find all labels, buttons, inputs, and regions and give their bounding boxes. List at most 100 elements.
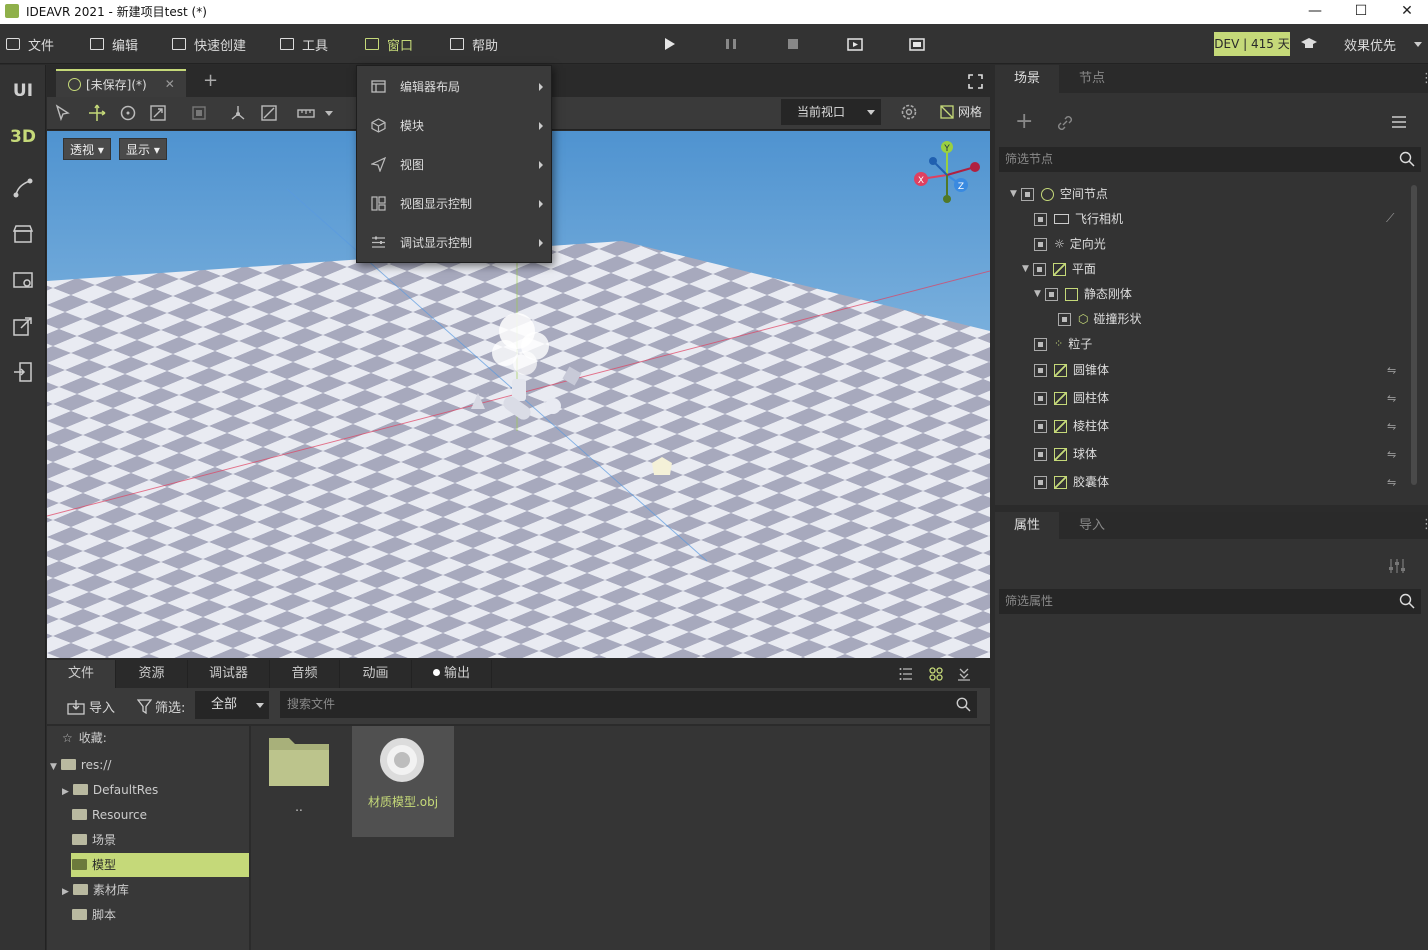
path-icon[interactable]: [12, 177, 34, 199]
menu-file[interactable]: 文件: [6, 24, 54, 64]
play-icon[interactable]: [661, 36, 677, 52]
visibility-checkbox[interactable]: [1058, 312, 1071, 326]
tree-item-resource[interactable]: Resource: [72, 803, 147, 827]
visibility-checkbox[interactable]: [1034, 391, 1047, 405]
visibility-checkbox[interactable]: [1034, 212, 1047, 226]
menu-item-view-display-control[interactable]: 视图显示控制: [357, 184, 551, 223]
search-icon[interactable]: [1399, 593, 1415, 609]
pivot-icon[interactable]: [229, 104, 247, 122]
visibility-checkbox[interactable]: [1044, 287, 1058, 301]
node-spatial[interactable]: ▼ 空间节点: [1010, 182, 1108, 206]
scene-tab[interactable]: [未保存](*) ✕: [56, 69, 186, 97]
stop-icon[interactable]: [785, 36, 801, 52]
tab-output[interactable]: 输出: [412, 660, 492, 688]
mesh-link-icon[interactable]: ⇋: [1387, 448, 1396, 461]
tab-animation[interactable]: 动画: [340, 660, 412, 688]
property-filter-input[interactable]: 筛选属性: [999, 589, 1421, 614]
display-button[interactable]: 显示 ▾: [119, 138, 167, 160]
adjust-icon[interactable]: [1388, 558, 1406, 574]
menu-item-editor-layout[interactable]: 编辑器布局: [357, 67, 551, 106]
move-tool-icon[interactable]: [88, 104, 106, 122]
maximize-button[interactable]: ☐: [1338, 0, 1384, 24]
node-plane[interactable]: ▼ 平面: [1022, 257, 1096, 281]
menu-item-view[interactable]: 视图: [357, 145, 551, 184]
pause-icon[interactable]: [723, 36, 739, 52]
graduation-cap-icon[interactable]: [1301, 37, 1317, 51]
perspective-button[interactable]: 透视 ▾: [63, 138, 111, 160]
tab-audio[interactable]: 音频: [270, 660, 340, 688]
path-node-icon[interactable]: ⟋: [1386, 211, 1394, 226]
rotate-tool-icon[interactable]: [119, 104, 137, 122]
search-icon[interactable]: [956, 697, 971, 712]
node-capsule[interactable]: 胶囊体: [1034, 470, 1109, 494]
node-static-body[interactable]: ▼ 静态刚体: [1034, 282, 1132, 306]
import-device-icon[interactable]: [12, 361, 34, 383]
tab-files[interactable]: 文件: [47, 660, 116, 688]
tree-item-res[interactable]: ▼ res://: [50, 753, 111, 777]
tree-item-material-library[interactable]: ▶ 素材库: [62, 878, 129, 902]
minimize-button[interactable]: —: [1292, 0, 1338, 24]
grid-toggle[interactable]: 网格: [940, 103, 982, 120]
search-icon[interactable]: [1399, 151, 1415, 167]
node-prism[interactable]: 棱柱体: [1034, 414, 1109, 438]
gear-icon[interactable]: [900, 103, 918, 121]
file-item-parent[interactable]: ..: [261, 730, 357, 836]
node-filter-input[interactable]: 筛选节点: [999, 147, 1421, 172]
add-tab-icon[interactable]: +: [203, 70, 218, 91]
viewport-select[interactable]: 当前视口: [781, 99, 881, 125]
export-icon[interactable]: [12, 315, 34, 337]
play-scene-icon[interactable]: [847, 36, 863, 52]
tree-item-model[interactable]: 模型: [71, 853, 249, 877]
node-particles[interactable]: ⁘ 粒子: [1034, 332, 1092, 356]
mesh-link-icon[interactable]: ⇋: [1387, 420, 1396, 433]
more-icon[interactable]: ⋮: [1420, 517, 1428, 532]
visibility-checkbox[interactable]: [1034, 475, 1047, 489]
tab-debugger[interactable]: 调试器: [188, 660, 270, 688]
3d-mode-button[interactable]: 3D: [0, 117, 46, 157]
chevron-down-icon[interactable]: [325, 111, 333, 116]
favorites-item[interactable]: ☆ 收藏:: [62, 726, 107, 750]
more-icon[interactable]: ⋮: [1420, 71, 1428, 86]
visibility-checkbox[interactable]: [1034, 363, 1047, 377]
add-node-icon[interactable]: +: [1015, 109, 1033, 134]
snap-icon[interactable]: [260, 104, 278, 122]
menu-tools[interactable]: 工具: [280, 24, 328, 64]
mesh-link-icon[interactable]: ⇋: [1387, 476, 1396, 489]
menu-help[interactable]: 帮助: [450, 24, 498, 64]
collapse-panel-icon[interactable]: [957, 667, 971, 681]
list-view-icon[interactable]: [899, 667, 913, 681]
link-icon[interactable]: [1056, 114, 1074, 132]
play-custom-scene-icon[interactable]: [909, 36, 925, 52]
tab-properties[interactable]: 属性: [995, 512, 1059, 540]
visibility-checkbox[interactable]: [1034, 337, 1047, 351]
menu-quick-create[interactable]: 快速创建: [172, 24, 246, 64]
node-directional-light[interactable]: ☼ 定向光: [1034, 232, 1106, 256]
mesh-link-icon[interactable]: ⇋: [1387, 392, 1396, 405]
select-cursor-icon[interactable]: [54, 104, 72, 122]
store-icon[interactable]: [12, 223, 34, 245]
menu-item-debug-display-control[interactable]: 调试显示控制: [357, 223, 551, 262]
frame-select-icon[interactable]: [190, 104, 208, 122]
tab-scene[interactable]: 场景: [995, 65, 1059, 93]
visibility-checkbox[interactable]: [1020, 187, 1034, 201]
ui-mode-button[interactable]: UI: [0, 71, 46, 111]
settings-panel-icon[interactable]: [12, 269, 34, 291]
tree-item-scripts[interactable]: 脚本: [72, 903, 116, 927]
import-button[interactable]: 导入: [67, 697, 115, 716]
visibility-checkbox[interactable]: [1034, 447, 1047, 461]
node-fly-camera[interactable]: 飞行相机: [1034, 207, 1123, 231]
tab-import[interactable]: 导入: [1059, 512, 1125, 540]
menu-item-module[interactable]: 模块: [357, 106, 551, 145]
quality-selector[interactable]: 效果优先: [1344, 24, 1423, 64]
close-tab-icon[interactable]: ✕: [165, 77, 175, 91]
fullscreen-icon[interactable]: [968, 74, 983, 89]
menu-edit[interactable]: 编辑: [90, 24, 138, 64]
visibility-checkbox[interactable]: [1034, 419, 1047, 433]
file-search-input[interactable]: 搜索文件: [280, 691, 977, 718]
visibility-checkbox[interactable]: [1032, 262, 1046, 276]
mesh-link-icon[interactable]: ⇋: [1387, 364, 1396, 377]
node-collision-shape[interactable]: ⬡ 碰撞形状: [1058, 307, 1142, 331]
node-cylinder[interactable]: 圆柱体: [1034, 386, 1109, 410]
close-window-button[interactable]: ✕: [1384, 0, 1428, 24]
node-sphere[interactable]: 球体: [1034, 442, 1097, 466]
